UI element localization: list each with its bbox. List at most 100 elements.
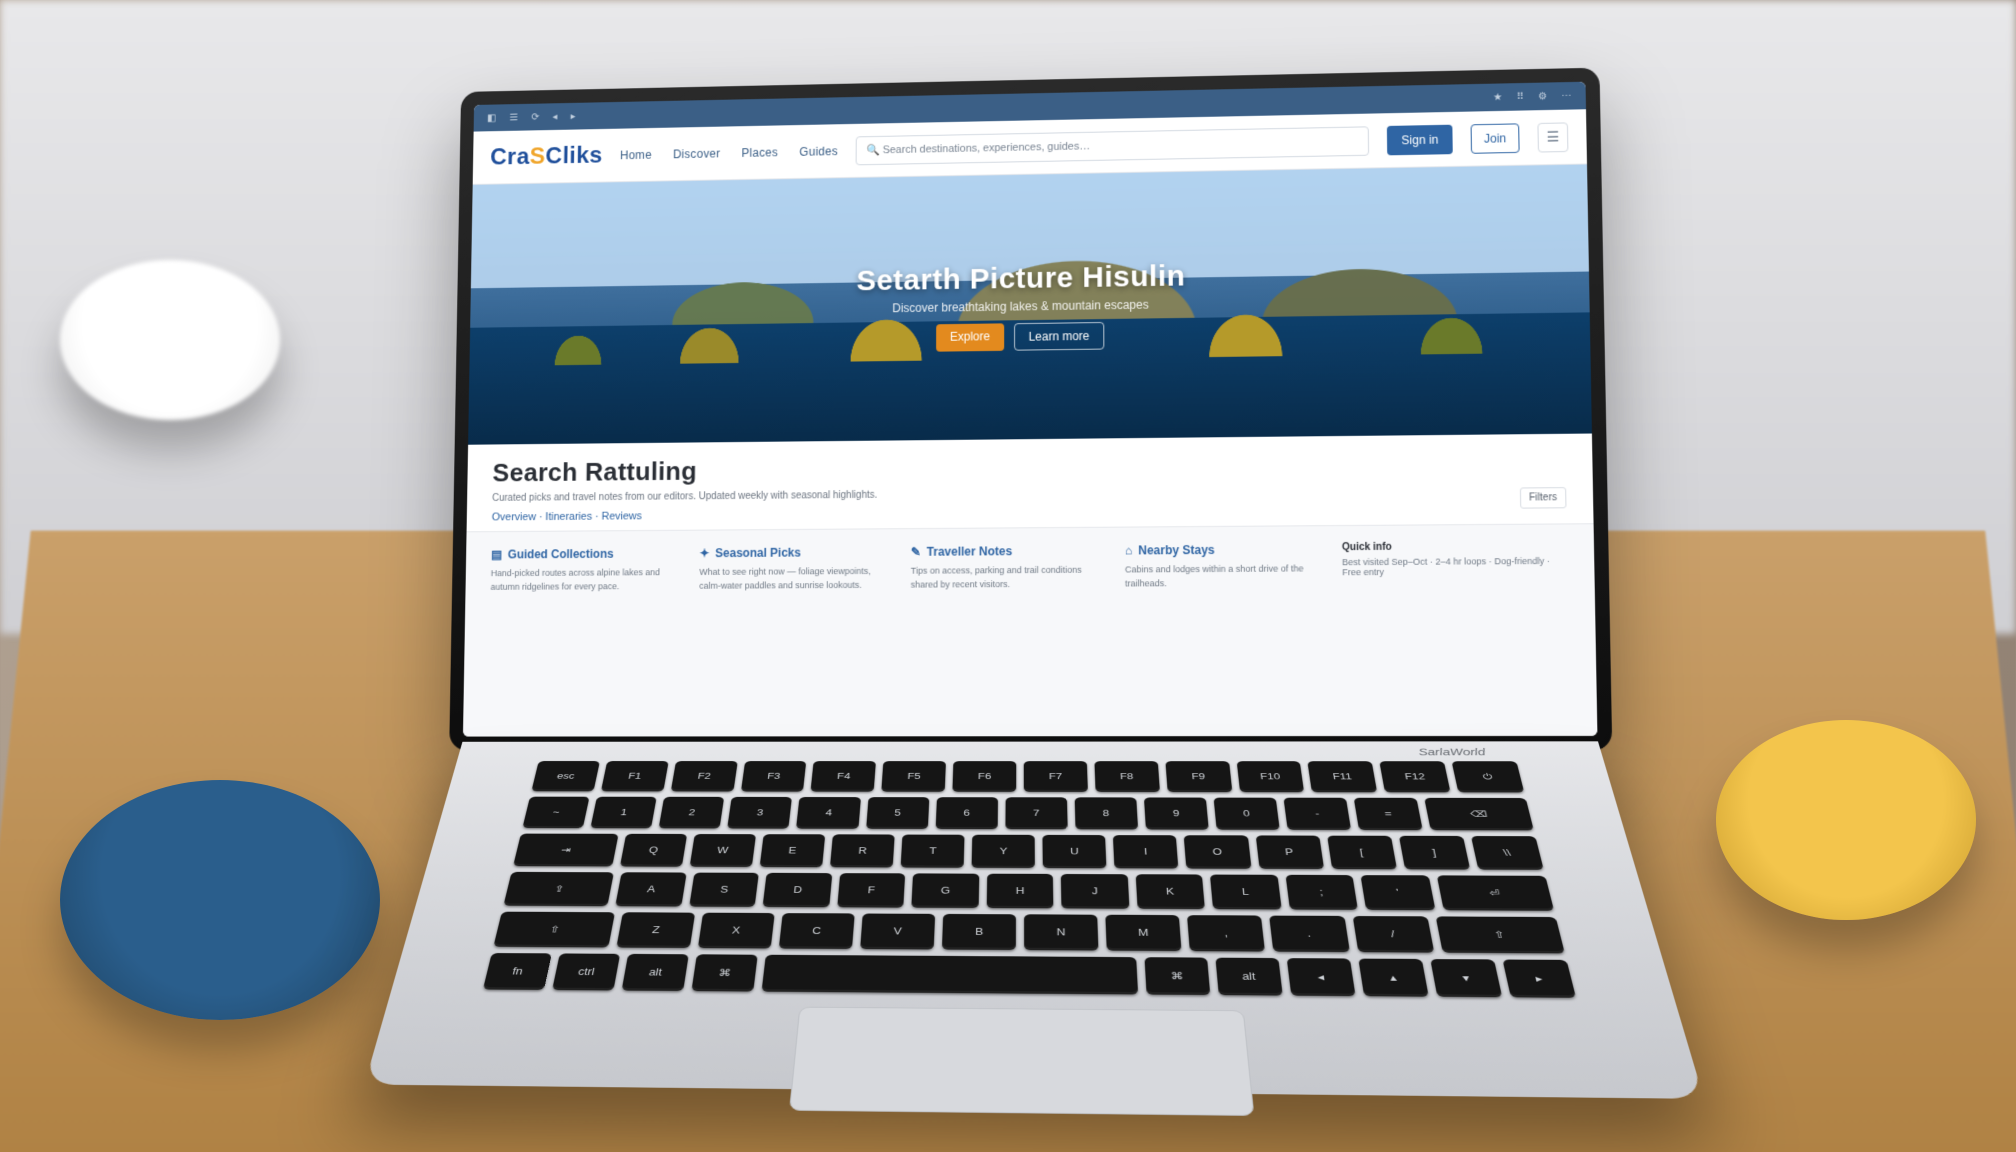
key[interactable]: ' [1361, 875, 1435, 910]
key[interactable]: O [1184, 835, 1251, 869]
key[interactable]: X [697, 913, 774, 949]
key[interactable]: ⏻ [1452, 761, 1525, 792]
key[interactable]: W [689, 834, 756, 867]
feature-col-title[interactable]: ▤Guided Collections [491, 546, 682, 561]
key[interactable]: F6 [953, 761, 1017, 792]
nav-link[interactable]: Guides [799, 144, 838, 158]
section-links[interactable]: Overview · Itineraries · Reviews [492, 503, 1567, 523]
key[interactable]: H [986, 874, 1053, 909]
key[interactable]: A [616, 872, 687, 906]
key-fn[interactable]: fn [483, 953, 552, 990]
key[interactable]: F [837, 873, 905, 908]
hero-cta-button[interactable]: Explore [936, 323, 1004, 351]
key[interactable]: E [759, 834, 825, 867]
chrome-icon[interactable]: ⚙ [1538, 91, 1547, 102]
key-alt[interactable]: alt [1215, 958, 1282, 996]
chrome-icon[interactable]: ★ [1493, 92, 1502, 103]
key-arrow-up[interactable]: ▴ [1358, 959, 1428, 997]
key[interactable]: G [912, 873, 980, 908]
key[interactable]: J [1061, 874, 1129, 909]
key[interactable]: P [1255, 835, 1323, 869]
hero-ghost-button[interactable]: Learn more [1014, 322, 1105, 351]
key[interactable]: F7 [1024, 761, 1088, 792]
nav-link[interactable]: Home [620, 148, 652, 162]
chrome-icon[interactable]: ⟳ [531, 112, 539, 123]
key[interactable]: D [763, 873, 832, 907]
site-logo[interactable]: CraSCliks [490, 142, 603, 171]
signin-button[interactable]: Sign in [1387, 124, 1453, 155]
key[interactable]: Q [619, 834, 686, 867]
chrome-icon[interactable]: ☰ [509, 112, 518, 123]
feature-col-title[interactable]: ✦Seasonal Picks [700, 545, 894, 560]
chrome-icon[interactable]: ◂ [552, 111, 557, 122]
key[interactable]: I [1113, 835, 1179, 868]
key-cmd[interactable]: ⌘ [1144, 957, 1210, 995]
key[interactable]: F11 [1308, 761, 1378, 792]
key[interactable]: F12 [1380, 761, 1451, 792]
key[interactable]: [ [1327, 836, 1397, 870]
chrome-icon[interactable]: ⠿ [1516, 91, 1524, 102]
nav-link[interactable]: Discover [673, 146, 720, 160]
key[interactable]: 9 [1144, 797, 1209, 829]
key-ctrl[interactable]: ctrl [552, 953, 620, 990]
chrome-icon[interactable]: ⋯ [1561, 90, 1571, 101]
key[interactable]: 0 [1214, 798, 1280, 830]
key-enter[interactable]: ⏎ [1436, 875, 1554, 910]
key[interactable]: N [1024, 914, 1099, 950]
key-backspace[interactable]: ⌫ [1425, 798, 1534, 831]
key[interactable]: , [1187, 915, 1265, 951]
key[interactable]: / [1352, 916, 1434, 953]
menu-icon[interactable]: ☰ [1537, 122, 1568, 152]
key-arrow-left[interactable]: ◂ [1287, 958, 1356, 996]
key[interactable]: 7 [1005, 797, 1067, 829]
key-caps[interactable]: ⇪ [503, 872, 614, 906]
key[interactable]: Y [972, 835, 1035, 868]
key[interactable]: 4 [796, 797, 860, 829]
key[interactable]: S [689, 873, 759, 907]
key[interactable]: F9 [1165, 761, 1232, 792]
trackpad[interactable] [789, 1007, 1254, 1116]
key[interactable]: U [1043, 835, 1107, 868]
key[interactable]: ~ [522, 797, 589, 829]
nav-link[interactable]: Places [741, 145, 778, 159]
key-shift[interactable]: ⇧ [493, 912, 615, 948]
key[interactable]: ] [1399, 836, 1470, 870]
key[interactable]: 2 [659, 797, 725, 829]
key[interactable]: 8 [1075, 797, 1139, 829]
key-arrow-right[interactable]: ▸ [1502, 959, 1576, 997]
chrome-icon[interactable]: ◧ [487, 113, 496, 124]
key[interactable]: 5 [866, 797, 929, 829]
key-alt[interactable]: alt [622, 954, 689, 991]
key[interactable]: F2 [670, 761, 737, 791]
key-shift[interactable]: ⇧ [1435, 916, 1565, 953]
key[interactable]: M [1105, 915, 1181, 951]
key[interactable]: F5 [882, 761, 947, 792]
key[interactable]: = [1354, 798, 1423, 830]
key[interactable]: ; [1285, 875, 1358, 910]
key[interactable]: F10 [1236, 761, 1304, 792]
chrome-icon[interactable]: ▸ [571, 111, 576, 122]
key[interactable]: B [942, 914, 1016, 950]
key-tab[interactable]: ⇥ [513, 834, 618, 867]
key[interactable]: F8 [1094, 761, 1159, 792]
key[interactable]: F1 [601, 761, 669, 791]
key[interactable]: R [830, 834, 895, 867]
join-button[interactable]: Join [1471, 123, 1520, 153]
key[interactable]: L [1210, 875, 1281, 910]
feature-col-title[interactable]: ⌂Nearby Stays [1125, 542, 1324, 557]
feature-col-title[interactable]: ✎Traveller Notes [911, 544, 1107, 559]
key[interactable]: esc [531, 761, 599, 791]
key-space[interactable] [762, 955, 1139, 995]
filters-button[interactable]: Filters [1520, 487, 1567, 509]
key-cmd[interactable]: ⌘ [691, 954, 757, 991]
key[interactable]: F4 [811, 761, 876, 792]
key[interactable]: T [901, 835, 965, 868]
key[interactable]: \\ [1471, 836, 1544, 870]
key[interactable]: . [1269, 916, 1349, 953]
key[interactable]: 3 [727, 797, 792, 829]
key-arrow-down[interactable]: ▾ [1430, 959, 1502, 997]
key[interactable]: V [860, 914, 935, 950]
key[interactable]: 6 [935, 797, 997, 829]
search-input[interactable]: 🔍 Search destinations, experiences, guid… [855, 126, 1369, 165]
key[interactable]: C [778, 913, 854, 949]
